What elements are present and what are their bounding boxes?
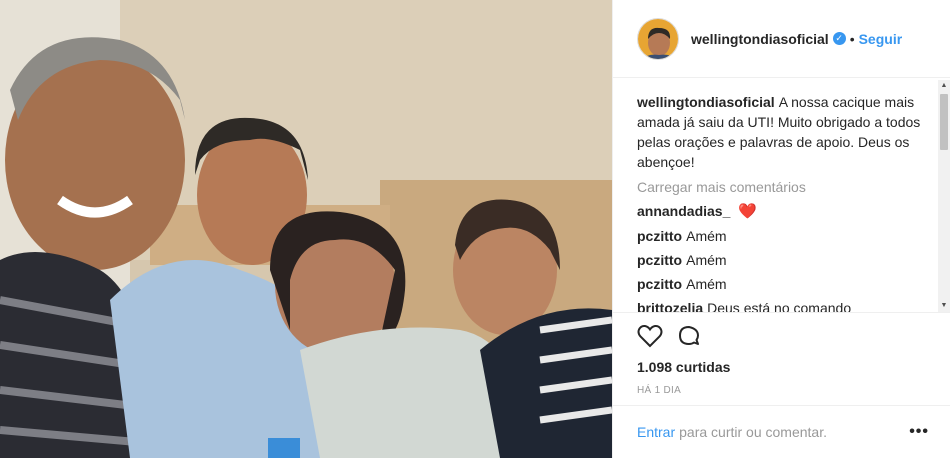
comment-text: Amém xyxy=(686,252,727,268)
follow-button[interactable]: Seguir xyxy=(859,31,903,47)
comment-bubble-icon[interactable] xyxy=(677,324,701,348)
comment-text: Amém xyxy=(686,276,727,292)
more-options-icon[interactable]: ••• xyxy=(909,423,929,441)
comment-item: pczitto Amém xyxy=(637,227,927,245)
login-link[interactable]: Entrar xyxy=(637,424,675,440)
comments-list: wellingtondiasoficial A nossa cacique mai… xyxy=(613,78,950,312)
caption-username[interactable]: wellingtondiasoficial xyxy=(637,94,775,110)
likes-count[interactable]: 1.098 curtidas xyxy=(637,359,927,375)
caption: wellingtondiasoficial A nossa cacique mai… xyxy=(637,92,927,172)
scrollbar-thumb[interactable] xyxy=(940,94,948,150)
comment-text: Deus está no comando xyxy=(707,300,852,312)
like-heart-icon[interactable] xyxy=(637,324,663,348)
login-prompt-text: para curtir ou comentar. xyxy=(679,424,827,440)
post-date: HÁ 1 DIA xyxy=(637,385,682,396)
author-username[interactable]: wellingtondiasoficial xyxy=(691,31,829,47)
verified-badge-icon: ✓ xyxy=(832,32,846,45)
comment-item: pczitto Amém xyxy=(637,251,927,269)
comments-scrollbar[interactable]: ▲ ▼ xyxy=(938,80,950,312)
load-more-comments-button[interactable]: Carregar mais comentários xyxy=(637,178,927,196)
separator-dot: • xyxy=(849,30,855,47)
comment-username[interactable]: pczitto xyxy=(637,228,682,244)
scroll-up-arrow-icon[interactable]: ▲ xyxy=(938,80,950,92)
avatar[interactable] xyxy=(637,17,679,60)
comment-username[interactable]: pczitto xyxy=(637,252,682,268)
comment-username[interactable]: pczitto xyxy=(637,276,682,292)
add-comment-bar: Entrar para curtir ou comentar. ••• xyxy=(613,405,950,458)
comment-text: ❤️ xyxy=(738,203,757,220)
scroll-down-arrow-icon[interactable]: ▼ xyxy=(938,300,950,312)
comment-item: annandadias_ ❤️ xyxy=(637,202,927,221)
post-photo xyxy=(0,0,612,458)
comment-text: Amém xyxy=(686,228,727,244)
post-side-panel: wellingtondiasoficial ✓ • Seguir welling… xyxy=(612,0,950,458)
comment-username[interactable]: brittozelia xyxy=(637,300,703,312)
comment-item: pczitto Amém xyxy=(637,275,927,293)
comment-item: brittozelia Deus está no comando xyxy=(637,299,927,312)
comment-username[interactable]: annandadias_ xyxy=(637,203,730,219)
post-header: wellingtondiasoficial ✓ • Seguir xyxy=(613,0,950,78)
action-icons xyxy=(637,313,927,359)
post-actions: 1.098 curtidas HÁ 1 DIA xyxy=(613,312,950,396)
